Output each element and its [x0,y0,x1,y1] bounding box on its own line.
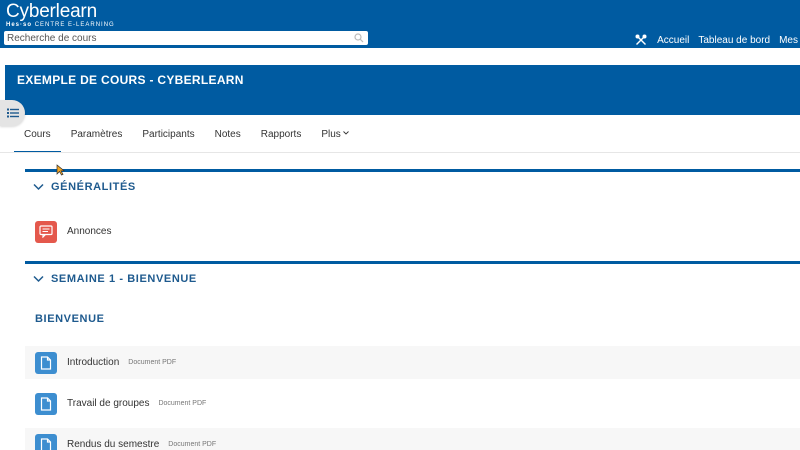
search-input[interactable] [4,31,354,45]
section-header-semaine-1[interactable]: SEMAINE 1 - BIENVENUE [33,273,197,285]
logo-title: Cyberlearn [6,1,97,22]
activity-introduction[interactable]: Introduction Document PDF [25,346,800,379]
chevron-down-icon [342,131,349,135]
activity-type: Document PDF [168,441,217,448]
mouse-cursor-icon [56,164,65,176]
tab-notes[interactable]: Notes [205,118,251,153]
nav-link-tableau-de-bord[interactable]: Tableau de bord [698,35,770,46]
section-title: GÉNÉRALITÉS [51,181,136,193]
section-divider [25,261,800,264]
tabs-divider [0,152,800,153]
search-icon[interactable] [354,33,364,43]
activity-annonces[interactable]: Annonces [25,215,800,248]
section-subheading: BIENVENUE [35,313,105,325]
site-logo[interactable]: Cyberlearn Hes·so CENTRE E-LEARNING [6,2,115,29]
file-icon [35,433,57,450]
section-divider [25,169,800,172]
tab-plus-label: Plus [321,129,341,140]
nav-link-mes[interactable]: Mes [779,35,798,46]
chevron-down-icon [33,275,44,283]
search-box [4,31,368,45]
activity-type: Document PDF [128,359,177,366]
activity-name[interactable]: Rendus du semestre [67,439,159,450]
tab-plus[interactable]: Plus [311,118,358,153]
file-icon [35,351,57,374]
nav-link-accueil[interactable]: Accueil [657,35,689,46]
list-icon [6,108,19,118]
section-header-generalites[interactable]: GÉNÉRALITÉS [33,181,136,193]
file-icon [35,392,57,415]
section-title: SEMAINE 1 - BIENVENUE [51,273,197,285]
tab-participants[interactable]: Participants [132,118,204,153]
activity-name[interactable]: Annonces [67,226,111,237]
tab-rapports[interactable]: Rapports [251,118,312,153]
tab-cours[interactable]: Cours [14,118,61,153]
activity-type: Document PDF [158,400,207,407]
logo-subtitle: Hes·so CENTRE E-LEARNING [6,22,115,28]
tools-icon[interactable] [635,34,647,46]
activity-travail-de-groupes[interactable]: Travail de groupes Document PDF [25,387,800,420]
activity-name[interactable]: Travail de groupes [67,398,149,409]
activity-rendus-du-semestre[interactable]: Rendus du semestre Document PDF [25,428,800,450]
tab-parametres[interactable]: Paramètres [61,118,133,153]
course-title: EXEMPLE DE COURS - CYBERLEARN [17,73,244,87]
top-navbar: Cyberlearn Hes·so CENTRE E-LEARNING Accu… [0,0,800,48]
course-header: EXEMPLE DE COURS - CYBERLEARN [5,65,800,115]
chevron-down-icon [33,183,44,191]
forum-icon [35,220,57,243]
course-tabs: Cours Paramètres Participants Notes Rapp… [14,118,359,153]
activity-name[interactable]: Introduction [67,357,119,368]
top-nav-links: Accueil Tableau de bord Mes [635,33,800,47]
